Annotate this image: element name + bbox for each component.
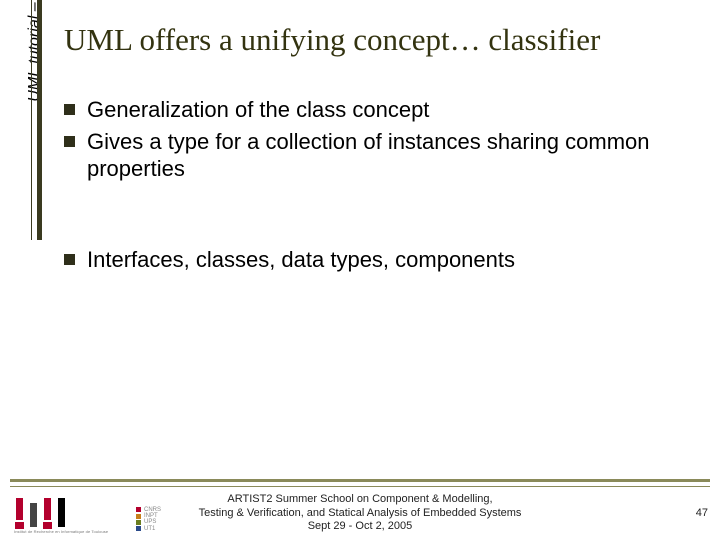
footer-text: ARTIST2 Summer School on Component & Mod… [140,493,580,533]
logo-dot-icon [43,522,52,529]
footer-rule-thick [10,479,710,482]
bullet-list-secondary: Interfaces, classes, data types, compone… [64,246,684,278]
slide: UML tutorial – Ileana Ober UML offers a … [0,0,720,540]
footer-line: ARTIST2 Summer School on Component & Mod… [140,493,580,506]
footer-rule-thin [10,486,710,488]
slide-title: UML offers a unifying concept… classifie… [64,22,600,58]
list-item: Interfaces, classes, data types, compone… [64,246,684,274]
bullet-text: Generalization of the class concept [87,96,684,124]
logo-subtitle: Institut de Recherche en Informatique de… [14,529,108,534]
footer-line: Testing & Verification, and Statical Ana… [140,507,580,520]
logo-dot-icon [15,522,24,529]
list-item: Generalization of the class concept [64,96,684,124]
footer: Institut de Recherche en Informatique de… [0,489,720,537]
logo-bar-icon [44,498,51,520]
square-bullet-icon [64,104,75,115]
page-number: 47 [696,507,708,519]
square-bullet-icon [64,136,75,147]
divider-thick [37,0,42,240]
square-bullet-icon [64,254,75,265]
irit-logo: Institut de Recherche en Informatique de… [14,495,124,529]
bullet-list-primary: Generalization of the class concept Give… [64,96,684,187]
bullet-text: Interfaces, classes, data types, compone… [87,246,684,274]
divider-thin [31,0,32,240]
logo-bar-icon [30,503,37,527]
footer-line: Sept 29 - Oct 2, 2005 [140,520,580,533]
logo-bar-icon [16,498,23,520]
logo-bar-icon [58,498,65,527]
list-item: Gives a type for a collection of instanc… [64,128,684,183]
bullet-text: Gives a type for a collection of instanc… [87,128,684,183]
